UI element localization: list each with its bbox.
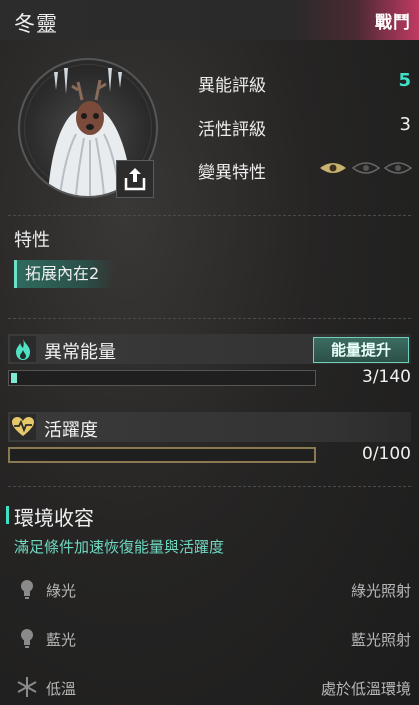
snowflake-icon	[16, 676, 38, 698]
traits-title: 特性	[14, 230, 50, 251]
env-condition-requirement: 藍光照射	[350, 631, 411, 649]
energy-value: 3/140	[362, 367, 411, 387]
mutation-eyes	[319, 160, 413, 176]
ability-rating-label: 異能評級	[198, 76, 266, 96]
export-icon	[124, 168, 146, 191]
divider	[8, 215, 411, 216]
vitality-bar	[8, 447, 316, 463]
eye-icon-filled	[320, 163, 346, 173]
flame-icon	[10, 336, 36, 362]
env-condition-label: 綠光	[46, 582, 77, 600]
vitality-section-header: 活躍度	[8, 412, 411, 442]
env-condition-requirement: 處於低溫環境	[320, 680, 411, 698]
divider	[8, 486, 411, 487]
creature-name: 冬靈	[14, 12, 58, 36]
bulb-icon	[16, 627, 38, 649]
vitality-title: 活躍度	[44, 420, 98, 441]
environment-title: 環境收容	[14, 506, 94, 530]
vitality-value: 0/100	[362, 444, 411, 464]
energy-section-header: 異常能量 能量提升	[8, 334, 411, 364]
heart-pulse-icon	[10, 414, 36, 440]
section-marker	[6, 506, 9, 524]
env-condition-requirement: 綠光照射	[350, 582, 411, 600]
energy-boost-button[interactable]: 能量提升	[313, 337, 409, 363]
export-button[interactable]	[116, 160, 154, 198]
bulb-icon	[16, 578, 38, 600]
environment-subtitle: 滿足條件加速恢復能量與活躍度	[14, 538, 225, 556]
mutation-trait-label: 變異特性	[198, 163, 266, 183]
energy-bar-fill	[11, 373, 17, 383]
trait-chip[interactable]: 拓展內在2	[14, 260, 116, 288]
env-condition-label: 藍光	[46, 631, 77, 649]
env-condition-label: 低溫	[46, 680, 77, 698]
energy-title: 異常能量	[44, 342, 116, 363]
eye-icon-empty	[383, 162, 413, 174]
activity-rating-value: 3	[399, 114, 411, 135]
ability-rating-value: 5	[398, 70, 411, 91]
header-bar	[0, 0, 419, 40]
energy-bar	[8, 370, 316, 386]
divider	[8, 318, 411, 319]
eye-icon-empty	[351, 162, 381, 174]
activity-rating-label: 活性評級	[198, 120, 266, 140]
combat-badge: 戰鬥	[375, 13, 411, 33]
